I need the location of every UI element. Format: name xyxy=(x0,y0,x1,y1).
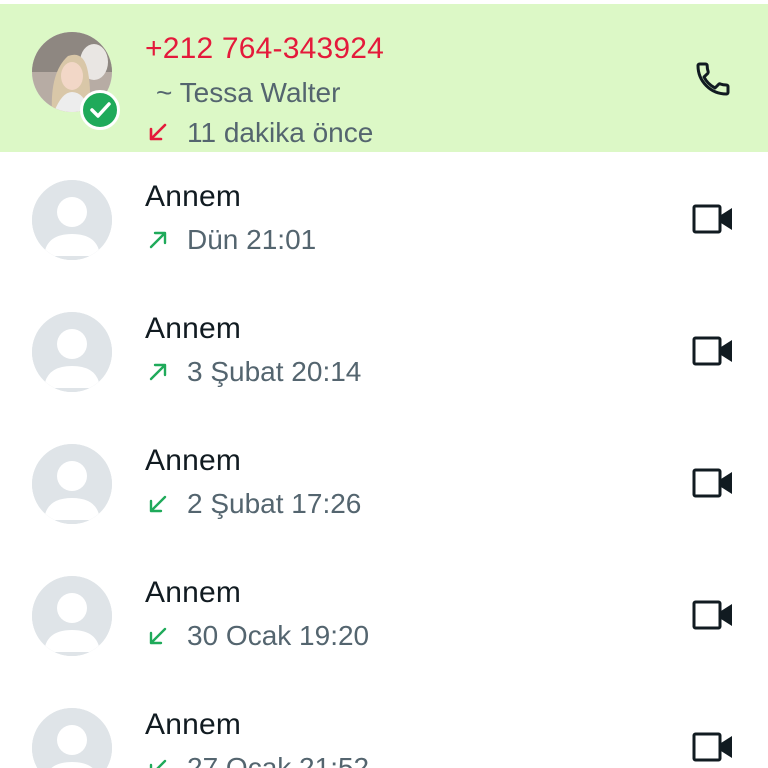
call-row[interactable]: Annem 27 Ocak 21:52 xyxy=(0,688,768,768)
call-meta: 11 dakika önce xyxy=(145,117,373,149)
call-meta: 27 Ocak 21:52 xyxy=(145,752,369,768)
call-row[interactable]: +212 764-343924 ~ Tessa Walter 11 dakika… xyxy=(0,4,768,152)
contact-avatar[interactable] xyxy=(32,312,112,392)
call-row[interactable]: Annem 3 Şubat 20:14 xyxy=(0,292,768,424)
video-call-button[interactable] xyxy=(686,456,740,510)
call-row[interactable]: Annem 2 Şubat 17:26 xyxy=(0,424,768,556)
call-time: 2 Şubat 17:26 xyxy=(187,488,362,519)
contact-avatar[interactable] xyxy=(32,180,112,260)
call-time: 3 Şubat 20:14 xyxy=(187,356,362,387)
contact-name: Annem xyxy=(145,180,242,213)
default-avatar-icon xyxy=(32,576,112,656)
call-time: Dün 21:01 xyxy=(187,224,317,255)
contact-name: Annem xyxy=(145,444,242,477)
caller-display-name: ~ Tessa Walter xyxy=(156,77,341,108)
outgoing-arrow-icon xyxy=(149,363,167,381)
call-meta: 30 Ocak 19:20 xyxy=(145,620,369,652)
call-log-list: +212 764-343924 ~ Tessa Walter 11 dakika… xyxy=(0,0,768,768)
video-call-button[interactable] xyxy=(686,192,740,246)
contact-avatar[interactable] xyxy=(32,708,112,768)
call-row[interactable]: Annem 30 Ocak 19:20 xyxy=(0,556,768,688)
contact-avatar[interactable] xyxy=(32,444,112,524)
verified-badge xyxy=(80,90,120,130)
video-camera-icon xyxy=(692,468,732,498)
incoming-arrow-icon xyxy=(149,495,167,513)
phone-icon xyxy=(696,62,730,96)
contact-name: Annem xyxy=(145,708,242,741)
contact-name: Annem xyxy=(145,312,242,345)
outgoing-arrow-icon xyxy=(149,231,167,249)
default-avatar-icon xyxy=(32,444,112,524)
contact-avatar[interactable] xyxy=(32,576,112,656)
video-camera-icon xyxy=(692,336,732,366)
incoming-arrow-icon xyxy=(149,627,167,645)
caller-number: +212 764-343924 xyxy=(145,32,385,65)
missed-incoming-arrow-icon xyxy=(149,123,167,141)
incoming-arrow-icon xyxy=(149,759,167,768)
call-row[interactable]: Annem Dün 21:01 xyxy=(0,160,768,292)
checkmark-icon xyxy=(90,102,111,118)
video-call-button[interactable] xyxy=(686,720,740,768)
call-meta: 3 Şubat 20:14 xyxy=(145,356,361,388)
default-avatar-icon xyxy=(32,312,112,392)
video-call-button[interactable] xyxy=(686,588,740,642)
call-time: 27 Ocak 21:52 xyxy=(187,752,370,768)
call-meta: Dün 21:01 xyxy=(145,224,316,256)
voice-call-button[interactable] xyxy=(686,52,740,106)
call-time: 30 Ocak 19:20 xyxy=(187,620,370,651)
video-camera-icon xyxy=(692,204,732,234)
video-call-button[interactable] xyxy=(686,324,740,378)
default-avatar-icon xyxy=(32,180,112,260)
video-camera-icon xyxy=(692,732,732,762)
contact-name: Annem xyxy=(145,576,242,609)
call-meta: 2 Şubat 17:26 xyxy=(145,488,361,520)
video-camera-icon xyxy=(692,600,732,630)
call-time: 11 dakika önce xyxy=(187,117,374,148)
default-avatar-icon xyxy=(32,708,112,768)
